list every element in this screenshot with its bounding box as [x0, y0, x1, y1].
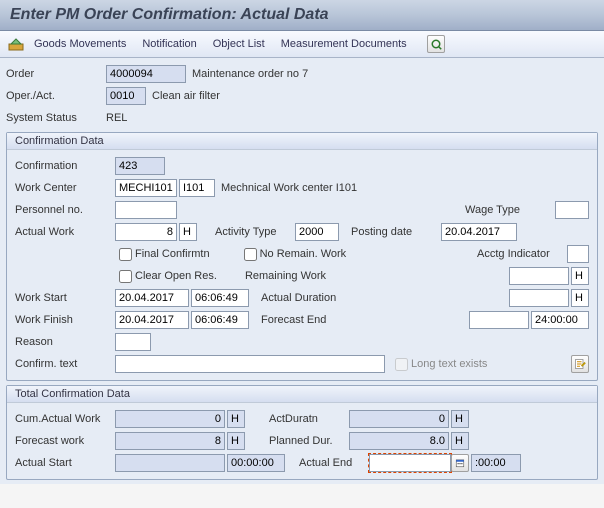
- goods-movements-button[interactable]: Goods Movements: [28, 36, 132, 52]
- wage-type-label: Wage Type: [465, 204, 555, 216]
- work-center-label: Work Center: [15, 182, 115, 194]
- confirmation-data-panel: Confirmation Data Confirmation Work Cent…: [6, 132, 598, 381]
- activity-type-field[interactable]: [295, 223, 339, 241]
- reason-label: Reason: [15, 336, 115, 348]
- act-dur-unit-field: [451, 410, 469, 428]
- actual-end-label: Actual End: [299, 457, 369, 469]
- actual-duration-unit-field[interactable]: [571, 289, 589, 307]
- notification-button[interactable]: Notification: [136, 36, 202, 52]
- forecast-end-time-field[interactable]: [531, 311, 589, 329]
- work-center-desc: Mechnical Work center I101: [221, 182, 357, 194]
- oper-label: Oper./Act.: [6, 90, 106, 102]
- date-picker-icon[interactable]: [451, 454, 469, 472]
- wage-type-field[interactable]: [555, 201, 589, 219]
- confirmation-field[interactable]: [115, 157, 165, 175]
- confirmation-panel-title: Confirmation Data: [7, 133, 597, 150]
- work-start-date-field[interactable]: [115, 289, 189, 307]
- act-dur-label: ActDuratn: [269, 413, 349, 425]
- measurement-docs-button[interactable]: Measurement Documents: [275, 36, 413, 52]
- actual-work-unit-field[interactable]: [179, 223, 197, 241]
- personnel-field[interactable]: [115, 201, 177, 219]
- long-text-checkbox: [395, 358, 408, 371]
- posting-date-label: Posting date: [351, 226, 441, 238]
- toolbar: Goods Movements Notification Object List…: [0, 31, 604, 58]
- order-desc: Maintenance order no 7: [192, 68, 308, 80]
- title-bar: Enter PM Order Confirmation: Actual Data: [0, 0, 604, 31]
- actual-work-label: Actual Work: [15, 226, 115, 238]
- forecast-work-label: Forecast work: [15, 435, 115, 447]
- page-title: Enter PM Order Confirmation: Actual Data: [10, 6, 594, 24]
- actual-end-time-field: [471, 454, 521, 472]
- forecast-work-unit-field: [227, 432, 245, 450]
- no-remain-checkbox[interactable]: [244, 248, 257, 261]
- remaining-work-label: Remaining Work: [245, 270, 345, 282]
- reason-field[interactable]: [115, 333, 151, 351]
- long-text-edit-button[interactable]: [571, 355, 589, 373]
- order-label: Order: [6, 68, 106, 80]
- act-dur-field: [349, 410, 449, 428]
- planned-dur-field: [349, 432, 449, 450]
- remaining-work-field[interactable]: [509, 267, 569, 285]
- service-icon-button[interactable]: [427, 35, 445, 53]
- actual-start-time-field: [227, 454, 285, 472]
- cum-work-field: [115, 410, 225, 428]
- actual-start-label: Actual Start: [15, 457, 115, 469]
- clear-open-label: Clear Open Res.: [135, 270, 217, 282]
- long-text-label: Long text exists: [411, 358, 487, 370]
- activity-type-label: Activity Type: [215, 226, 295, 238]
- total-panel-title: Total Confirmation Data: [7, 386, 597, 403]
- work-finish-time-field[interactable]: [191, 311, 249, 329]
- oper-field[interactable]: [106, 87, 146, 105]
- cum-work-label: Cum.Actual Work: [15, 413, 115, 425]
- actual-duration-field[interactable]: [509, 289, 569, 307]
- actual-duration-label: Actual Duration: [261, 292, 361, 304]
- final-confirm-label: Final Confirmtn: [135, 248, 210, 260]
- actual-work-field[interactable]: [115, 223, 177, 241]
- goods-movements-icon: [8, 36, 24, 52]
- confirm-text-field[interactable]: [115, 355, 385, 373]
- work-finish-date-field[interactable]: [115, 311, 189, 329]
- posting-date-field[interactable]: [441, 223, 517, 241]
- status-label: System Status: [6, 112, 106, 124]
- clear-open-checkbox[interactable]: [119, 270, 132, 283]
- planned-dur-unit-field: [451, 432, 469, 450]
- final-confirm-checkbox[interactable]: [119, 248, 132, 261]
- confirmation-label: Confirmation: [15, 160, 115, 172]
- work-finish-label: Work Finish: [15, 314, 115, 326]
- personnel-label: Personnel no.: [15, 204, 115, 216]
- acctg-field[interactable]: [567, 245, 589, 263]
- forecast-end-date-field[interactable]: [469, 311, 529, 329]
- confirm-text-label: Confirm. text: [15, 358, 115, 370]
- work-center-plant-field[interactable]: [179, 179, 215, 197]
- forecast-work-field: [115, 432, 225, 450]
- object-list-button[interactable]: Object List: [207, 36, 271, 52]
- remaining-work-unit-field[interactable]: [571, 267, 589, 285]
- status-value: REL: [106, 112, 127, 124]
- work-start-label: Work Start: [15, 292, 115, 304]
- order-field[interactable]: [106, 65, 186, 83]
- total-confirmation-panel: Total Confirmation Data Cum.Actual Work …: [6, 385, 598, 480]
- forecast-end-label: Forecast End: [261, 314, 361, 326]
- work-center-field[interactable]: [115, 179, 177, 197]
- oper-desc: Clean air filter: [152, 90, 220, 102]
- actual-start-date-field: [115, 454, 225, 472]
- acctg-label: Acctg Indicator: [477, 248, 567, 260]
- cum-work-unit-field: [227, 410, 245, 428]
- no-remain-label: No Remain. Work: [260, 248, 347, 260]
- planned-dur-label: Planned Dur.: [269, 435, 349, 447]
- work-start-time-field[interactable]: [191, 289, 249, 307]
- actual-end-date-field[interactable]: [369, 454, 451, 472]
